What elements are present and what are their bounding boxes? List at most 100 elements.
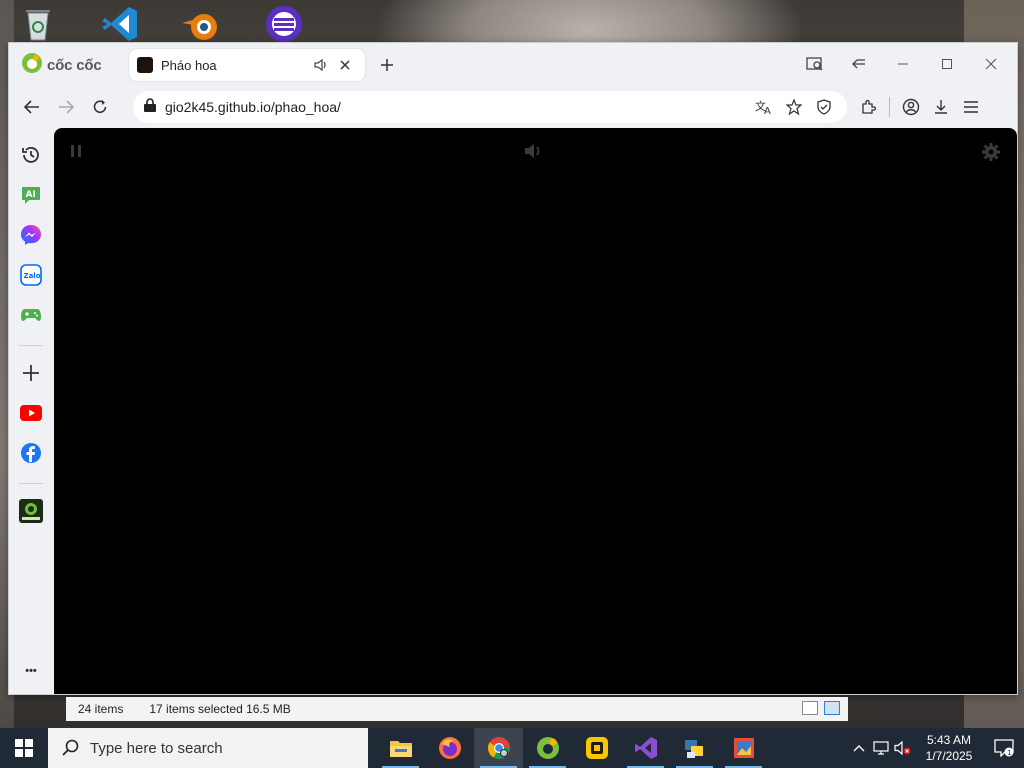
volume-icon[interactable] <box>524 142 544 165</box>
python-icon <box>684 740 703 758</box>
sidebar-toggle-button[interactable] <box>839 49 879 79</box>
app-icon <box>585 737 608 759</box>
coccoc-icon <box>536 737 559 759</box>
facebook-icon[interactable] <box>19 441 43 465</box>
taskbar-photos[interactable] <box>719 728 768 768</box>
url-text[interactable]: gio2k45.github.io/phao_hoa/ <box>165 99 749 115</box>
browser-sidebar: AI Zalo ••• <box>9 127 53 695</box>
blender-icon[interactable] <box>180 4 224 44</box>
chrome-icon <box>487 737 510 759</box>
taskbar-chrome[interactable] <box>474 728 523 768</box>
shield-icon[interactable] <box>809 93 839 121</box>
youtube-icon[interactable] <box>19 401 43 425</box>
tab-title: Pháo hoa <box>161 57 217 73</box>
taskbar-sticky-app[interactable] <box>572 728 621 768</box>
system-clock[interactable]: 5:43 AM 1/7/2025 <box>914 732 984 764</box>
reload-button[interactable] <box>83 91 117 123</box>
tab-search-button[interactable] <box>795 49 835 79</box>
coccoc-logo-icon <box>21 52 43 79</box>
taskbar-visual-studio[interactable] <box>621 728 670 768</box>
taskbar-coccoc[interactable] <box>523 728 572 768</box>
notification-count: 1 <box>1007 749 1011 757</box>
start-button[interactable] <box>0 728 48 768</box>
tab-phao-hoa[interactable]: Pháo hoa <box>129 49 365 81</box>
large-icons-view-button[interactable] <box>824 701 840 715</box>
taskbar-python[interactable] <box>670 728 719 768</box>
toolbar-divider <box>889 97 890 117</box>
ai-label: AI <box>26 190 36 200</box>
eclipse-icon[interactable] <box>262 4 306 44</box>
system-tray: 5:43 AM 1/7/2025 1 <box>848 728 1024 768</box>
minimize-button[interactable] <box>883 49 923 79</box>
settings-gear-icon[interactable] <box>981 142 1001 167</box>
history-icon[interactable] <box>19 143 43 167</box>
view-toggle <box>802 701 840 715</box>
taskbar-search[interactable]: Type here to search <box>48 728 368 768</box>
profile-icon[interactable] <box>896 93 926 121</box>
clock-time: 5:43 AM <box>926 733 972 747</box>
plus-icon <box>381 59 393 71</box>
forward-button[interactable] <box>49 91 83 123</box>
tab-strip: cốc cốc Pháo hoa <box>9 43 1017 87</box>
windows-icon <box>15 739 33 757</box>
clock-date: 1/7/2025 <box>925 749 973 763</box>
desktop-icons <box>16 4 306 44</box>
arrow-left-icon <box>24 100 39 114</box>
vscode-icon[interactable] <box>98 4 142 44</box>
search-placeholder: Type here to search <box>90 739 223 757</box>
translate-icon[interactable]: 文A <box>749 93 779 121</box>
svg-text:Zalo: Zalo <box>24 272 41 280</box>
browser-window: cốc cốc Pháo hoa gio2k45.github.io/phao_… <box>8 42 1018 695</box>
reload-icon <box>93 100 107 113</box>
tab-favicon-icon <box>137 57 153 73</box>
games-icon[interactable] <box>19 303 43 327</box>
menu-icon[interactable] <box>956 93 986 121</box>
folder-icon <box>389 741 412 757</box>
zalo-icon[interactable]: Zalo <box>19 263 43 287</box>
coccoc-2024-icon[interactable] <box>19 499 43 523</box>
lock-icon[interactable] <box>143 97 157 118</box>
tab-close-icon[interactable] <box>333 53 357 77</box>
taskbar-apps <box>376 728 768 768</box>
toolbar-actions <box>853 93 986 121</box>
window-controls <box>795 49 1011 79</box>
notification-icon: 1 <box>994 739 1014 757</box>
more-icon[interactable]: ••• <box>19 659 43 683</box>
visual-studio-icon <box>634 737 657 759</box>
network-icon[interactable] <box>870 728 892 768</box>
maximize-button[interactable] <box>927 49 967 79</box>
recycle-bin-icon[interactable] <box>16 4 60 44</box>
firefox-icon <box>438 737 461 759</box>
notification-button[interactable]: 1 <box>984 728 1024 768</box>
chevron-up-icon[interactable] <box>848 728 870 768</box>
volume-muted-icon[interactable] <box>892 728 914 768</box>
page-content[interactable] <box>54 128 1017 694</box>
close-window-button[interactable] <box>971 49 1011 79</box>
taskbar: Type here to search 5:43 AM 1/7/2025 1 <box>0 728 1024 768</box>
search-icon <box>62 739 79 756</box>
photos-icon <box>733 738 754 758</box>
bookmark-star-icon[interactable] <box>779 93 809 121</box>
selection-info: 17 items selected 16.5 MB <box>149 702 291 716</box>
extensions-icon[interactable] <box>853 93 883 121</box>
sidebar-divider <box>19 483 43 484</box>
item-count: 24 items <box>78 702 124 716</box>
new-tab-button[interactable] <box>373 51 401 79</box>
back-button[interactable] <box>15 91 49 123</box>
ai-chat-icon[interactable]: AI <box>19 183 43 207</box>
download-icon[interactable] <box>926 93 956 121</box>
explorer-status-bar: 24 items 17 items selected 16.5 MB <box>66 697 848 721</box>
tab-audio-icon[interactable] <box>309 53 333 77</box>
messenger-icon[interactable] <box>19 223 43 247</box>
arrow-right-icon <box>59 100 74 114</box>
browser-brand[interactable]: cốc cốc <box>21 52 121 79</box>
brand-label: cốc cốc <box>47 56 102 74</box>
taskbar-firefox[interactable] <box>425 728 474 768</box>
taskbar-file-explorer[interactable] <box>376 728 425 768</box>
pause-icon[interactable] <box>70 144 82 163</box>
sidebar-divider <box>19 345 43 346</box>
add-icon[interactable] <box>19 361 43 385</box>
browser-toolbar: gio2k45.github.io/phao_hoa/ 文A <box>9 87 1017 127</box>
address-bar[interactable]: gio2k45.github.io/phao_hoa/ 文A <box>133 91 847 123</box>
details-view-button[interactable] <box>802 701 818 715</box>
